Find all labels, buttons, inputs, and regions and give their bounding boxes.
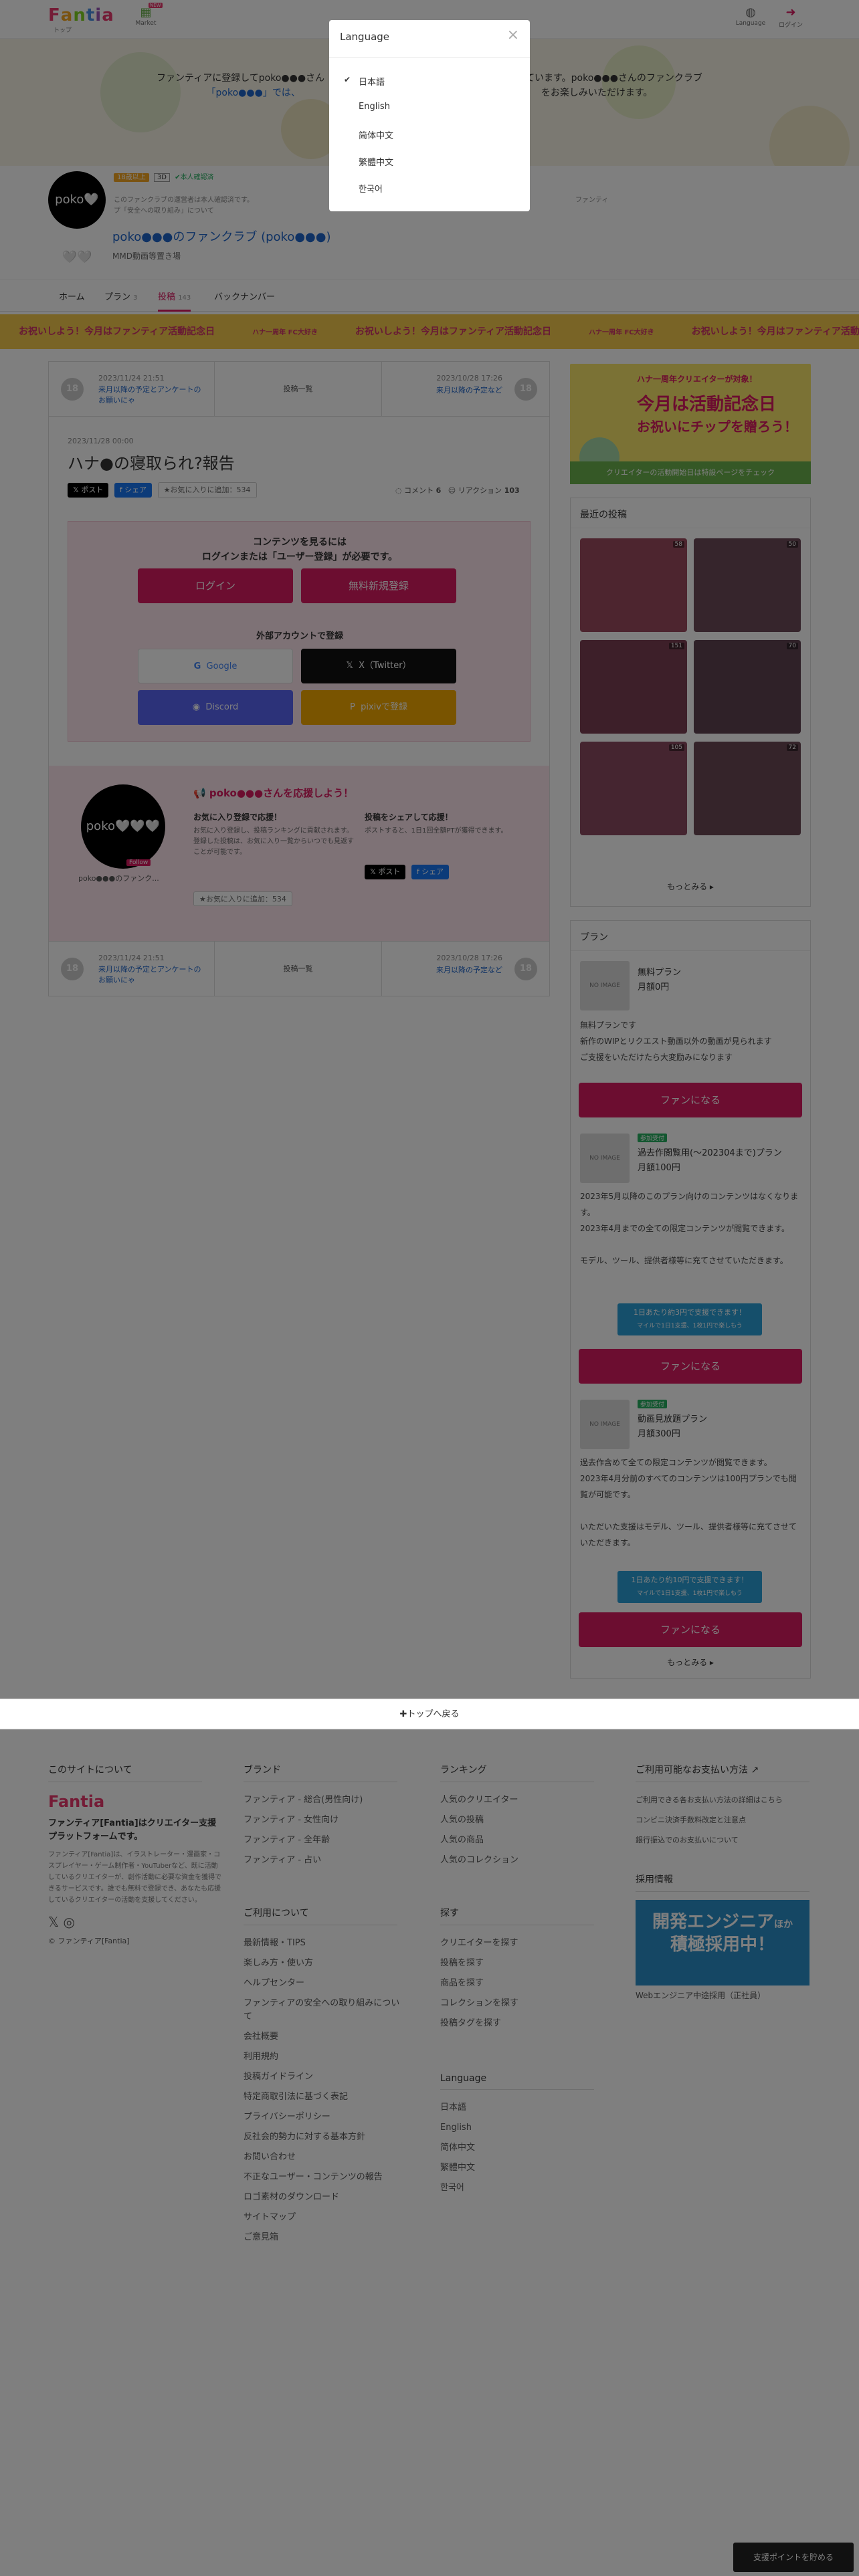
back-to-top[interactable]: ✚トップへ戻る xyxy=(0,1699,859,1729)
language-option-zh-hant[interactable]: 繁體中文 xyxy=(359,155,393,168)
modal-title: Language xyxy=(340,31,390,43)
language-option-zh-hans[interactable]: 简体中文 xyxy=(359,128,393,141)
language-option-ja[interactable]: 日本語 xyxy=(359,75,385,88)
language-option-en[interactable]: English xyxy=(359,102,390,112)
check-icon: ✔ xyxy=(344,75,351,84)
modal-backdrop[interactable] xyxy=(0,0,859,2576)
language-option-ko[interactable]: 한국어 xyxy=(359,182,383,195)
arrow-up-icon: ✚ xyxy=(399,1709,407,1719)
language-modal: Language × ✔ 日本語 English 简体中文 繁體中文 한국어 xyxy=(329,20,530,211)
close-icon[interactable]: × xyxy=(507,27,519,43)
